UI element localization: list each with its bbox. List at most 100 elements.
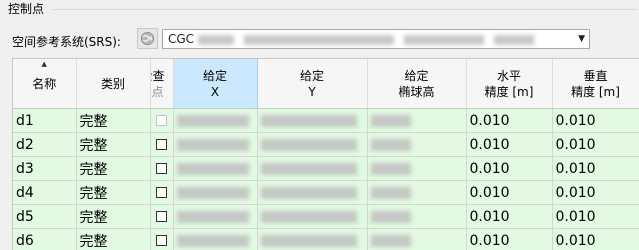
column-label: 水平 <box>497 69 521 83</box>
cell-given-height[interactable] <box>367 229 466 250</box>
column-label-line2: X <box>211 85 219 99</box>
table-row[interactable]: d4 完整 0.010 0.010 <box>13 181 639 205</box>
redacted-text <box>198 35 234 45</box>
redacted-text <box>494 35 534 45</box>
redacted-value <box>261 187 357 199</box>
table-row[interactable]: d1 完整 0.010 0.010 <box>13 109 639 133</box>
cell-given-x[interactable] <box>173 133 257 157</box>
column-header-name[interactable]: ▲名称 <box>13 59 76 109</box>
column-label: 名称 <box>32 77 56 91</box>
control-points-table: ▲名称 类别 检查点 给定X 给定Y 给定椭球高 水平精度 [m] 垂直精度 [… <box>12 58 639 250</box>
cell-horizontal-precision[interactable]: 0.010 <box>466 205 552 229</box>
cell-given-y[interactable] <box>257 205 367 229</box>
column-header-vertical-precision[interactable]: 垂直精度 [m] <box>552 59 639 109</box>
redacted-value <box>177 235 249 247</box>
cell-category[interactable]: 完整 <box>76 181 150 205</box>
redacted-value <box>371 139 411 151</box>
redacted-value <box>371 115 411 127</box>
cell-name[interactable]: d4 <box>13 181 76 205</box>
checkpoint-checkbox[interactable] <box>156 211 167 222</box>
cell-checkpoint[interactable] <box>150 205 173 229</box>
cell-given-x[interactable] <box>173 157 257 181</box>
cell-given-y[interactable] <box>257 157 367 181</box>
table-row[interactable]: d6 完整 0.010 0.010 <box>13 229 639 250</box>
cell-checkpoint[interactable] <box>150 229 173 250</box>
cell-vertical-precision[interactable]: 0.010 <box>552 181 639 205</box>
column-header-given-ellipsoid-height[interactable]: 给定椭球高 <box>367 59 466 109</box>
srs-label: 空间参考系统(SRS): <box>12 33 121 50</box>
redacted-value <box>261 139 357 151</box>
control-points-group-title: 控制点 <box>8 0 44 17</box>
cell-checkpoint[interactable] <box>150 181 173 205</box>
checkpoint-checkbox[interactable] <box>156 235 167 246</box>
cell-vertical-precision[interactable]: 0.010 <box>552 205 639 229</box>
checkpoint-checkbox[interactable] <box>156 139 167 150</box>
cell-category[interactable]: 完整 <box>76 229 150 250</box>
cell-category[interactable]: 完整 <box>76 133 150 157</box>
cell-horizontal-precision[interactable]: 0.010 <box>466 133 552 157</box>
column-header-given-y[interactable]: 给定Y <box>257 59 367 109</box>
column-header-given-x[interactable]: 给定X <box>173 59 257 109</box>
cell-horizontal-precision[interactable]: 0.010 <box>466 157 552 181</box>
table-row[interactable]: d3 完整 0.010 0.010 <box>13 157 639 181</box>
redacted-value <box>261 163 357 175</box>
column-label-line2: 椭球高 <box>398 85 434 99</box>
cell-horizontal-precision[interactable]: 0.010 <box>466 229 552 250</box>
column-header-category[interactable]: 类别 <box>76 59 150 109</box>
cell-category[interactable]: 完整 <box>76 205 150 229</box>
column-header-horizontal-precision[interactable]: 水平精度 [m] <box>466 59 552 109</box>
column-label-line2: Y <box>308 85 315 99</box>
cell-category[interactable]: 完整 <box>76 157 150 181</box>
redacted-value <box>371 163 411 175</box>
checkpoint-checkbox[interactable] <box>156 115 167 126</box>
cell-given-y[interactable] <box>257 229 367 250</box>
cell-given-y[interactable] <box>257 109 367 133</box>
cell-checkpoint[interactable] <box>150 133 173 157</box>
redacted-value <box>177 139 249 151</box>
redacted-value <box>371 235 411 247</box>
srs-picker-button[interactable] <box>137 28 158 49</box>
cell-given-y[interactable] <box>257 181 367 205</box>
cell-category[interactable]: 完整 <box>76 109 150 133</box>
cell-name[interactable]: d1 <box>13 109 76 133</box>
cell-vertical-precision[interactable]: 0.010 <box>552 157 639 181</box>
redacted-value <box>177 115 249 127</box>
redacted-value <box>371 187 411 199</box>
redacted-text <box>244 35 394 45</box>
cell-given-height[interactable] <box>367 205 466 229</box>
cell-horizontal-precision[interactable]: 0.010 <box>466 109 552 133</box>
column-label-line2: 点 <box>152 85 164 99</box>
redacted-value <box>261 211 357 223</box>
cell-horizontal-precision[interactable]: 0.010 <box>466 181 552 205</box>
checkpoint-checkbox[interactable] <box>156 187 167 198</box>
cell-vertical-precision[interactable]: 0.010 <box>552 109 639 133</box>
cell-name[interactable]: d3 <box>13 157 76 181</box>
cell-given-height[interactable] <box>367 181 466 205</box>
checkpoint-checkbox[interactable] <box>156 163 167 174</box>
table-header-row: ▲名称 类别 检查点 给定X 给定Y 给定椭球高 水平精度 [m] 垂直精度 [… <box>13 59 639 109</box>
cell-given-height[interactable] <box>367 157 466 181</box>
cell-given-y[interactable] <box>257 133 367 157</box>
cell-given-x[interactable] <box>173 181 257 205</box>
cell-checkpoint[interactable] <box>150 157 173 181</box>
column-header-checkpoint[interactable]: 检查点 <box>150 59 173 109</box>
cell-given-x[interactable] <box>173 205 257 229</box>
cell-vertical-precision[interactable]: 0.010 <box>552 133 639 157</box>
redacted-value <box>177 187 249 199</box>
cell-checkpoint[interactable] <box>150 109 173 133</box>
redacted-value <box>261 115 357 127</box>
srs-dropdown[interactable]: CGC ▼ <box>162 29 590 49</box>
column-label-line2: 精度 [m] <box>485 85 534 99</box>
table-row[interactable]: d2 完整 0.010 0.010 <box>13 133 639 157</box>
cell-name[interactable]: d6 <box>13 229 76 250</box>
cell-given-height[interactable] <box>367 109 466 133</box>
cell-given-x[interactable] <box>173 229 257 250</box>
column-label: 检查 <box>150 68 165 84</box>
cell-name[interactable]: d2 <box>13 133 76 157</box>
cell-given-x[interactable] <box>173 109 257 133</box>
cell-given-height[interactable] <box>367 133 466 157</box>
srs-selected-value: CGC <box>168 32 194 46</box>
cell-vertical-precision[interactable]: 0.010 <box>552 229 639 250</box>
cell-name[interactable]: d5 <box>13 205 76 229</box>
table-row[interactable]: d5 完整 0.010 0.010 <box>13 205 639 229</box>
